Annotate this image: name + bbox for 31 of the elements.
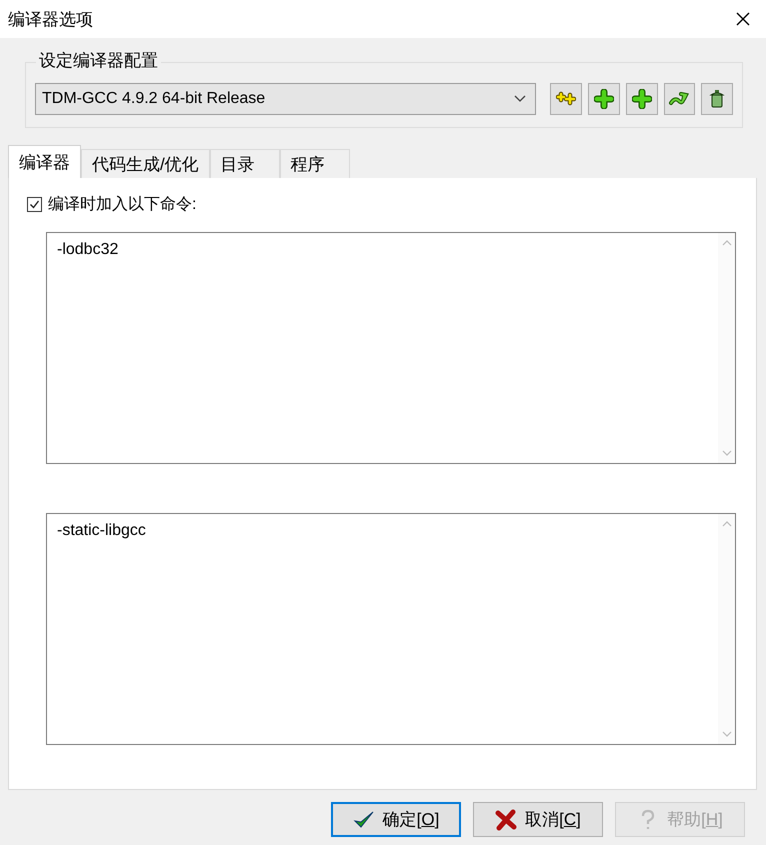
- toolbar-button[interactable]: [664, 83, 696, 115]
- plus-icon: [594, 89, 614, 109]
- scroll-up-icon: [722, 520, 732, 528]
- cancel-button[interactable]: 取消[C]: [473, 802, 603, 837]
- toolbar-button[interactable]: [588, 83, 620, 115]
- close-icon: [735, 11, 751, 27]
- checkmark-icon: [29, 199, 40, 210]
- toolbar-button[interactable]: [701, 83, 733, 115]
- cross-icon: [495, 808, 518, 830]
- tab[interactable]: 代码生成/优化: [81, 149, 210, 178]
- scrollbar[interactable]: [718, 233, 735, 463]
- scroll-down-icon: [722, 730, 732, 738]
- toolbar-button[interactable]: [626, 83, 658, 115]
- scrollbar[interactable]: [718, 514, 735, 744]
- ok-button[interactable]: 确定[O]: [331, 802, 461, 837]
- check-icon: [352, 808, 375, 830]
- chevron-down-icon: [513, 94, 528, 104]
- scroll-down-icon: [722, 449, 732, 457]
- scroll-up-icon: [722, 239, 732, 247]
- tab[interactable]: 程序: [280, 149, 350, 178]
- toolbar-button[interactable]: [550, 83, 582, 115]
- tab[interactable]: 编译器: [8, 145, 81, 178]
- window-title: 编译器选项: [8, 8, 93, 30]
- tab[interactable]: 目录: [210, 149, 280, 178]
- compiler-dropdown[interactable]: TDM-GCC 4.9.2 64-bit Release: [35, 83, 536, 115]
- plus-icon: [632, 89, 652, 109]
- checkbox-label: 编译时加入以下命令:: [48, 194, 196, 215]
- compiler-commands-field[interactable]: -lodbc32: [46, 232, 736, 464]
- trash-can-icon: [707, 89, 728, 109]
- checkbox[interactable]: [27, 197, 42, 212]
- linker-commands-field[interactable]: -static-libgcc: [46, 513, 736, 745]
